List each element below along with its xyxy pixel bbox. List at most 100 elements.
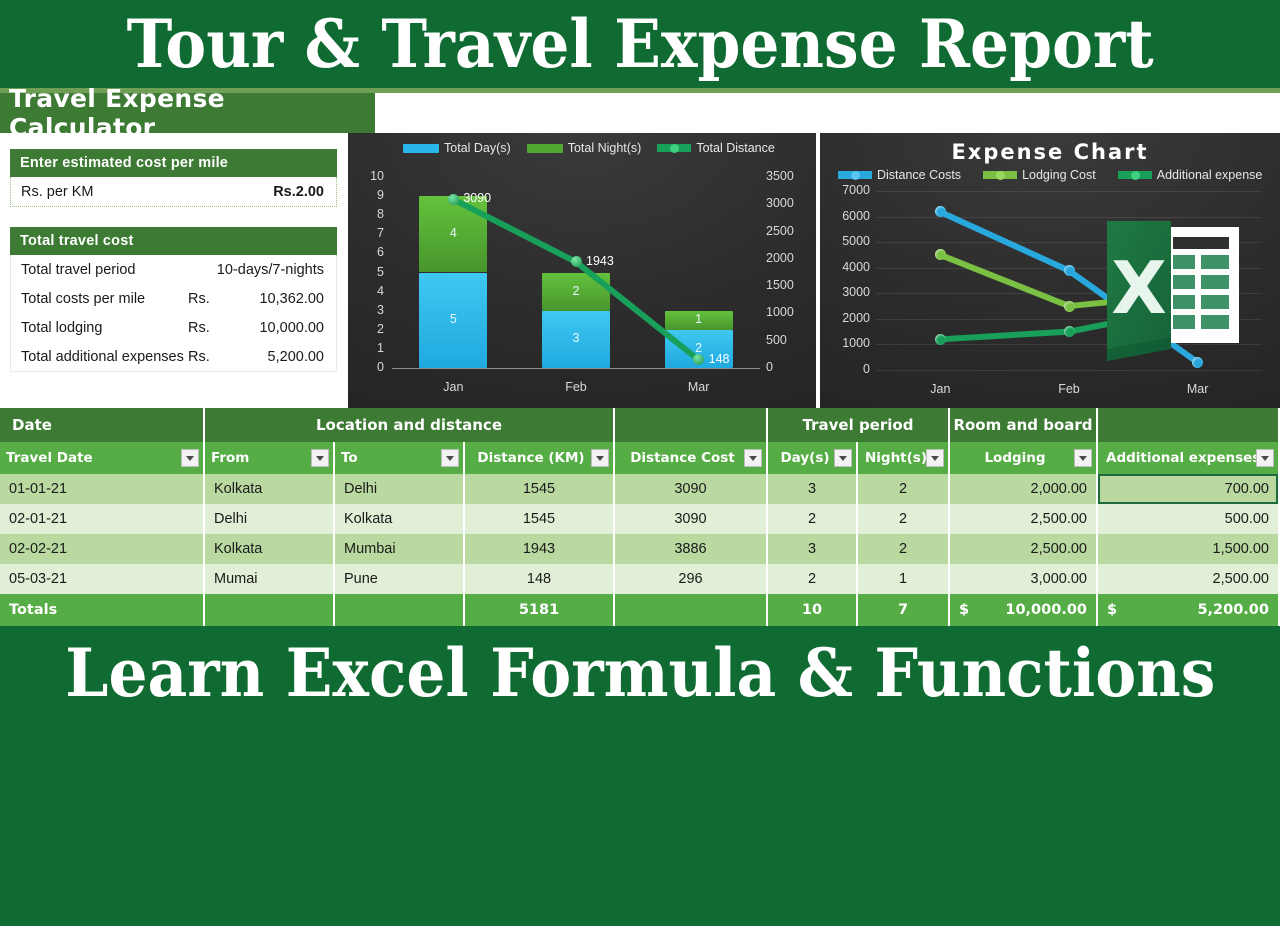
group-header-location: Location and distance: [205, 408, 615, 442]
filter-icon-from[interactable]: [311, 449, 329, 467]
excel-logo: X: [1085, 221, 1245, 381]
cell-additional[interactable]: 2,500.00: [1098, 564, 1280, 594]
column-label-nights: Night(s): [864, 450, 928, 466]
cell-lodging[interactable]: 2,000.00: [950, 474, 1098, 504]
cell-additional[interactable]: 500.00: [1098, 504, 1280, 534]
cell-distance-cost[interactable]: 3886: [615, 534, 768, 564]
table-row[interactable]: 01-01-21 Kolkata Delhi 1545 3090 3 2 2,000.00 70…: [0, 474, 1280, 504]
cell-lodging[interactable]: 2,500.00: [950, 534, 1098, 564]
cell-distance-cost[interactable]: 3090: [615, 504, 768, 534]
cell-days[interactable]: 2: [768, 564, 858, 594]
cell-to[interactable]: Mumbai: [335, 534, 465, 564]
filter-icon-distance-cost[interactable]: [744, 449, 762, 467]
chart2-marker[interactable]: [1063, 265, 1075, 277]
chart2-marker[interactable]: [1063, 326, 1075, 338]
cell-lodging[interactable]: 3,000.00: [950, 564, 1098, 594]
total-travel-cost-group: Total travel cost Total travel period 10…: [10, 227, 337, 372]
cell-nights[interactable]: 2: [858, 504, 950, 534]
cell-travel-date[interactable]: 01-01-21: [0, 474, 205, 504]
column-header-distance-km[interactable]: Distance (KM): [465, 442, 615, 474]
cell-distance-km[interactable]: 148: [465, 564, 615, 594]
cell-from[interactable]: Kolkata: [205, 534, 335, 564]
filter-icon-distance-km[interactable]: [591, 449, 609, 467]
cell-nights[interactable]: 2: [858, 474, 950, 504]
filter-icon-additional-expenses[interactable]: [1256, 449, 1274, 467]
cell-nights[interactable]: 2: [858, 534, 950, 564]
cell-days[interactable]: 3: [768, 474, 858, 504]
filter-icon-lodging[interactable]: [1074, 449, 1092, 467]
table-row[interactable]: 02-02-21 Kolkata Mumbai 1943 3886 3 2 2,500.00 1…: [0, 534, 1280, 564]
excel-logo-svg: X: [1107, 221, 1239, 361]
totals-label: Totals: [0, 594, 205, 626]
chart1-distance-marker[interactable]: [447, 193, 459, 205]
cost-per-km-row[interactable]: Rs. per KM Rs.2.00: [11, 177, 336, 206]
cell-from[interactable]: Delhi: [205, 504, 335, 534]
total-travel-cost-body: Total travel period 10-days/7-nights Tot…: [10, 255, 337, 372]
group-header-room-board: Room and board: [950, 408, 1098, 442]
column-header-days[interactable]: Day(s): [768, 442, 858, 474]
cell-from[interactable]: Kolkata: [205, 474, 335, 504]
cell-days[interactable]: 3: [768, 534, 858, 564]
column-header-to[interactable]: To: [335, 442, 465, 474]
cell-to[interactable]: Pune: [335, 564, 465, 594]
total-additional-expenses-value: 5,200.00: [267, 348, 324, 365]
total-additional-expenses-currency: Rs.: [188, 348, 210, 365]
column-header-additional-expenses[interactable]: Additional expenses: [1098, 442, 1280, 474]
cell-to[interactable]: Delhi: [335, 474, 465, 504]
table-group-header-row: Date Location and distance Travel period…: [0, 408, 1280, 442]
total-lodging-row: Total lodging Rs. 10,000.00: [11, 313, 336, 342]
cell-travel-date[interactable]: 02-01-21: [0, 504, 205, 534]
chart2-marker[interactable]: [934, 333, 946, 345]
chart2-marker[interactable]: [1063, 300, 1075, 312]
filter-icon-to[interactable]: [441, 449, 459, 467]
cell-distance-cost[interactable]: 296: [615, 564, 768, 594]
cell-days[interactable]: 2: [768, 504, 858, 534]
filter-icon-travel-date[interactable]: [181, 449, 199, 467]
travel-period-chart[interactable]: Total Day(s) Total Night(s) Total Distan…: [348, 133, 816, 408]
cell-distance-km[interactable]: 1545: [465, 504, 615, 534]
column-header-from[interactable]: From: [205, 442, 335, 474]
totals-additional-value: 5,200.00: [1197, 602, 1269, 618]
totals-lodging-symbol: $: [959, 602, 970, 618]
cell-distance-cost[interactable]: 3090: [615, 474, 768, 504]
total-costs-per-mile-currency: Rs.: [188, 290, 210, 307]
cell-nights[interactable]: 1: [858, 564, 950, 594]
cell-lodging[interactable]: 2,500.00: [950, 504, 1098, 534]
cell-travel-date[interactable]: 02-02-21: [0, 534, 205, 564]
column-header-nights[interactable]: Night(s): [858, 442, 950, 474]
cell-travel-date[interactable]: 05-03-21: [0, 564, 205, 594]
chart1-distance-value-label: 1943: [586, 253, 614, 268]
column-label-to: To: [341, 450, 358, 466]
table-totals-row: Totals 5181 10 7 $ 10,000.00 $ 5,200.00: [0, 594, 1280, 626]
cell-distance-km[interactable]: 1545: [465, 474, 615, 504]
cell-to[interactable]: Kolkata: [335, 504, 465, 534]
group-header-blank-2: [1098, 408, 1280, 442]
table-row[interactable]: 05-03-21 Mumai Pune 148 296 2 1 3,000.00 2,500.0…: [0, 564, 1280, 594]
spreadsheet-area: Travel Expense Calculator Enter estimate…: [0, 84, 1280, 926]
filter-icon-days[interactable]: [834, 449, 852, 467]
cell-additional[interactable]: 700.00: [1098, 474, 1280, 504]
cost-per-mile-heading: Enter estimated cost per mile: [10, 149, 337, 177]
totals-to: [335, 594, 465, 626]
cell-additional[interactable]: 1,500.00: [1098, 534, 1280, 564]
column-header-travel-date[interactable]: Travel Date: [0, 442, 205, 474]
bottom-banner: Learn Excel Formula & Functions: [0, 626, 1280, 720]
total-costs-per-mile-label: Total costs per mile: [21, 290, 146, 307]
column-header-lodging[interactable]: Lodging: [950, 442, 1098, 474]
filter-icon-nights[interactable]: [926, 449, 944, 467]
column-header-distance-cost[interactable]: Distance Cost: [615, 442, 768, 474]
top-banner-title: Tour & Travel Expense Report: [126, 5, 1154, 83]
cell-distance-km[interactable]: 1943: [465, 534, 615, 564]
column-label-travel-date: Travel Date: [6, 450, 93, 466]
totals-additional-cell: $ 5,200.00: [1098, 594, 1280, 626]
cost-per-km-value: Rs.2.00: [273, 183, 324, 200]
chart1-distance-marker[interactable]: [570, 256, 582, 268]
chart1-distance-value-label: 148: [708, 351, 730, 366]
total-travel-period-label: Total travel period: [21, 261, 136, 278]
total-travel-cost-heading: Total travel cost: [10, 227, 337, 255]
total-costs-per-mile-value: 10,362.00: [259, 290, 324, 307]
table-row[interactable]: 02-01-21 Delhi Kolkata 1545 3090 2 2 2,500.00 50…: [0, 504, 1280, 534]
cell-from[interactable]: Mumai: [205, 564, 335, 594]
total-travel-period-row: Total travel period 10-days/7-nights: [11, 255, 336, 284]
group-header-date: Date: [0, 408, 205, 442]
